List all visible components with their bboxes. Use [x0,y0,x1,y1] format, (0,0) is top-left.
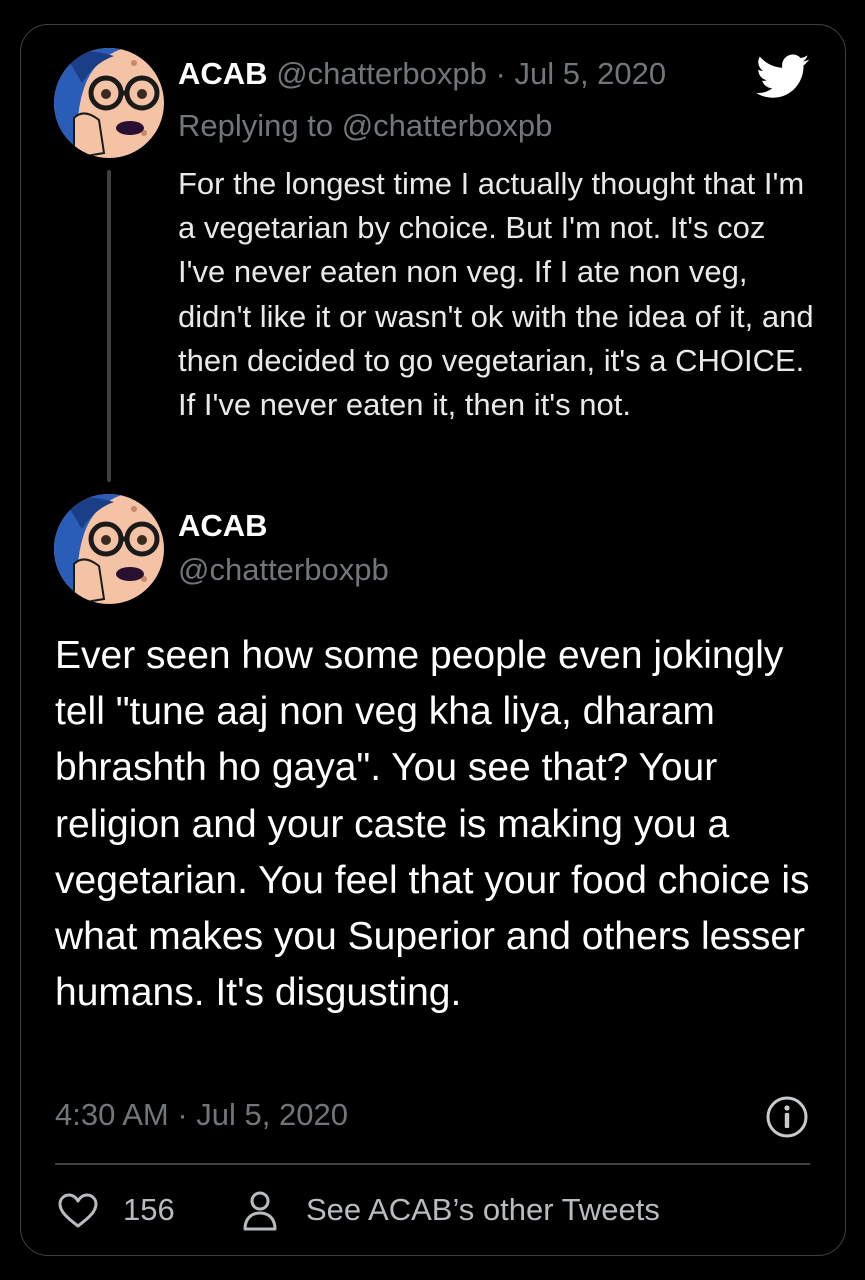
info-icon[interactable] [765,1095,809,1139]
avatar[interactable] [54,494,164,604]
author-handle[interactable]: @chatterboxpb [276,56,487,91]
author-name[interactable]: ACAB [178,56,268,91]
reply-header: ACAB @chatterboxpb · Jul 5, 2020 [178,56,666,92]
person-icon[interactable] [242,1190,278,1232]
heart-icon[interactable] [58,1193,98,1229]
divider [55,1163,810,1165]
main-tweet-text: Ever seen how some people even jokingly … [55,634,810,1015]
reply-tweet-text: For the longest time I actually thought … [178,166,814,423]
see-other-tweets-link[interactable]: See ACAB’s other Tweets [306,1192,660,1228]
avatar-illustration [54,48,164,158]
thread-line [107,170,111,482]
tweet-timestamp[interactable]: 4:30 AM · Jul 5, 2020 [55,1097,348,1133]
twitter-bird-icon[interactable] [756,54,810,100]
separator: · [495,56,506,91]
tweet-date[interactable]: Jul 5, 2020 [514,56,666,91]
author-name[interactable]: ACAB [178,508,268,544]
like-count[interactable]: 156 [123,1192,175,1228]
avatar[interactable] [54,48,164,158]
author-handle[interactable]: @chatterboxpb [178,552,389,588]
replying-to[interactable]: Replying to @chatterboxpb [178,108,552,144]
avatar-illustration [54,494,164,604]
